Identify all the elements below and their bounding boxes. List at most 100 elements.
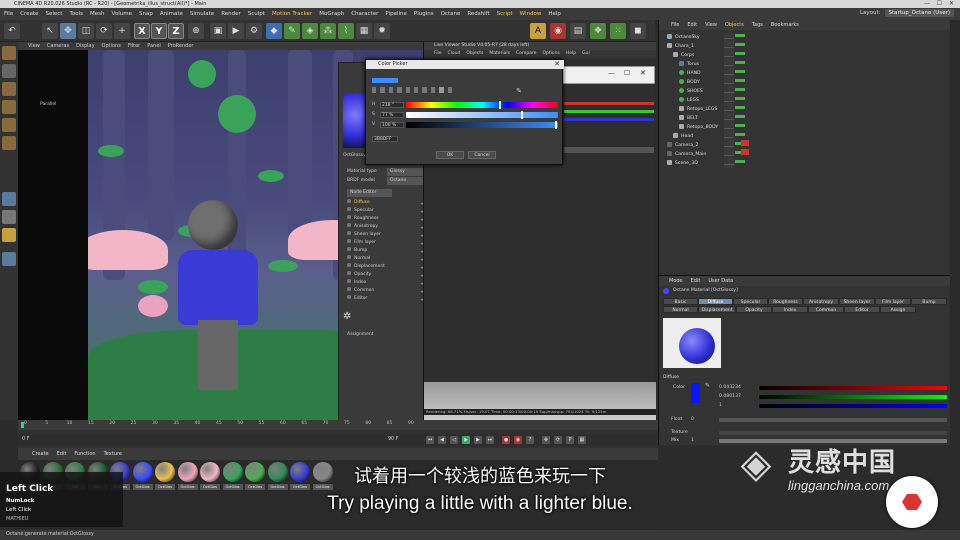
prev-key-icon[interactable]: ◀ — [438, 436, 446, 444]
h-field[interactable]: 218 ° — [380, 102, 404, 108]
saturation-knob[interactable] — [521, 111, 524, 119]
tab-bump[interactable]: Bump — [911, 298, 947, 305]
obj-menu-file[interactable]: File — [671, 20, 679, 30]
channel-film[interactable]: Film layer✔ — [347, 239, 427, 247]
object-row[interactable]: Chara_1 — [667, 43, 694, 51]
object-row[interactable]: HAND — [679, 70, 701, 78]
obj-menu-tags[interactable]: Tags — [752, 20, 763, 30]
menu-character[interactable]: Character — [351, 11, 378, 17]
coordinate-system-icon[interactable]: ⊕ — [188, 23, 204, 39]
scene-icon[interactable]: ▦ — [356, 23, 372, 39]
hsv-icon[interactable] — [405, 87, 411, 93]
layout-dropdown[interactable]: Startup_Octane (User) — [884, 9, 954, 17]
object-row[interactable]: OctaneSky — [667, 34, 700, 42]
tab-film[interactable]: Film layer — [875, 298, 911, 305]
point-mode-icon[interactable] — [2, 100, 16, 114]
red-slider[interactable] — [564, 102, 654, 105]
keyframe-icon[interactable]: ? — [526, 436, 534, 444]
menu-snap[interactable]: Snap — [139, 11, 153, 17]
kelvin-icon[interactable] — [414, 87, 419, 93]
channel-common[interactable]: Common✔ — [347, 287, 427, 295]
mat-menu-edit[interactable]: Edit — [57, 448, 67, 460]
object-row[interactable]: Head — [673, 133, 693, 141]
mat-menu-create[interactable]: Create — [32, 448, 49, 460]
menu-window[interactable]: Window — [520, 11, 542, 17]
value-field[interactable] — [564, 147, 654, 153]
maximize-icon[interactable]: ☐ — [937, 0, 942, 8]
visibility-toggles[interactable] — [724, 34, 734, 168]
next-key-icon[interactable]: ▶ — [474, 436, 482, 444]
menu-help[interactable]: Help — [548, 11, 561, 17]
brdf-dropdown[interactable]: Octane — [387, 177, 425, 185]
goto-start-icon[interactable]: ⏮ — [426, 436, 434, 444]
g-slider[interactable] — [759, 395, 947, 399]
octane-settings-icon[interactable]: ▤ — [570, 23, 586, 39]
menu-redshift[interactable]: Redshift — [467, 11, 489, 17]
object-row[interactable]: Torus — [679, 61, 699, 69]
render-settings-icon[interactable]: ⚙ — [246, 23, 262, 39]
snap-icon[interactable] — [2, 192, 16, 206]
cube-icon[interactable]: ◆ — [266, 23, 282, 39]
lv-menu-compare[interactable]: Compare — [516, 50, 536, 58]
channel-sheen[interactable]: Sheen layer✔ — [347, 231, 427, 239]
viewport-menu-display[interactable]: Display — [76, 42, 94, 50]
x-axis-button[interactable]: X — [134, 23, 150, 39]
channel-roughness[interactable]: Roughness✔ — [347, 215, 427, 223]
menu-simulate[interactable]: Simulate — [190, 11, 214, 17]
menu-motion-tracker[interactable]: Motion Tracker — [272, 11, 312, 17]
float-value[interactable]: 0 — [691, 417, 694, 422]
obj-menu-view[interactable]: View — [705, 20, 717, 30]
mat-menu-function[interactable]: Function — [74, 448, 95, 460]
r-slider[interactable] — [759, 386, 947, 390]
spectrum-icon[interactable] — [380, 87, 385, 93]
octane-icon[interactable]: ◉ — [550, 23, 566, 39]
tab-roughness[interactable]: Roughness — [768, 298, 803, 305]
object-row[interactable]: BELT — [679, 115, 698, 123]
lv-menu-options[interactable]: Options — [542, 50, 559, 58]
menu-mesh[interactable]: Mesh — [90, 11, 104, 17]
channel-normal[interactable]: Normal✔ — [347, 255, 427, 263]
lv-menu-cloud[interactable]: Cloud — [448, 50, 461, 58]
attr-menu-mode[interactable]: Mode — [669, 276, 683, 286]
play-icon[interactable]: ▶ — [462, 436, 470, 444]
saturation-slider[interactable] — [406, 112, 558, 118]
tab-editor[interactable]: Editor — [844, 306, 880, 313]
polygon-mode-icon[interactable] — [2, 136, 16, 150]
object-row[interactable]: SHOES — [679, 88, 703, 96]
z-axis-button[interactable]: Z — [168, 23, 184, 39]
axis-icon[interactable] — [2, 210, 16, 224]
param-key-icon[interactable]: P — [566, 436, 574, 444]
menu-create[interactable]: Create — [20, 11, 38, 17]
blue-slider[interactable] — [564, 118, 654, 121]
channel-specular[interactable]: Specular✔ — [347, 207, 427, 215]
y-axis-button[interactable]: Y — [151, 23, 167, 39]
obj-menu-edit[interactable]: Edit — [687, 20, 697, 30]
eyedropper-icon[interactable]: ✎ — [516, 87, 522, 95]
tab-specular[interactable]: Specular — [733, 298, 768, 305]
octane-tags[interactable] — [741, 140, 749, 156]
menu-animate[interactable]: Animate — [160, 11, 183, 17]
array-icon[interactable]: ⁂ — [320, 23, 336, 39]
art-icon[interactable]: A — [530, 23, 546, 39]
texture-mode-icon[interactable] — [2, 64, 16, 78]
menu-pipeline[interactable]: Pipeline — [385, 11, 407, 17]
menu-render[interactable]: Render — [221, 11, 241, 17]
menu-script[interactable]: Script — [497, 11, 513, 17]
value-slider[interactable] — [406, 122, 558, 128]
move-key-icon[interactable]: ✥ — [542, 436, 550, 444]
tab-opacity[interactable]: Opacity — [736, 306, 772, 313]
camera-icon[interactable]: ◼ — [630, 23, 646, 39]
channel-bump[interactable]: Bump✔ — [347, 247, 427, 255]
close-icon[interactable]: ✕ — [640, 69, 646, 77]
current-frame[interactable]: 0 F — [22, 437, 29, 442]
hex-field[interactable]: 3B8DFF — [372, 136, 398, 142]
channel-anisotropy[interactable]: Anisotropy✔ — [347, 223, 427, 231]
material-type-dropdown[interactable]: Glossy — [387, 168, 425, 176]
hue-knob[interactable] — [498, 101, 501, 109]
play-back-icon[interactable]: ◁ — [450, 436, 458, 444]
undo-icon[interactable]: ↶ — [4, 23, 20, 39]
object-row[interactable]: Retopo_LEGS — [679, 106, 717, 114]
add-icon[interactable]: + — [114, 23, 130, 39]
attr-menu-edit[interactable]: Edit — [691, 276, 701, 286]
menu-volume[interactable]: Volume — [112, 11, 132, 17]
